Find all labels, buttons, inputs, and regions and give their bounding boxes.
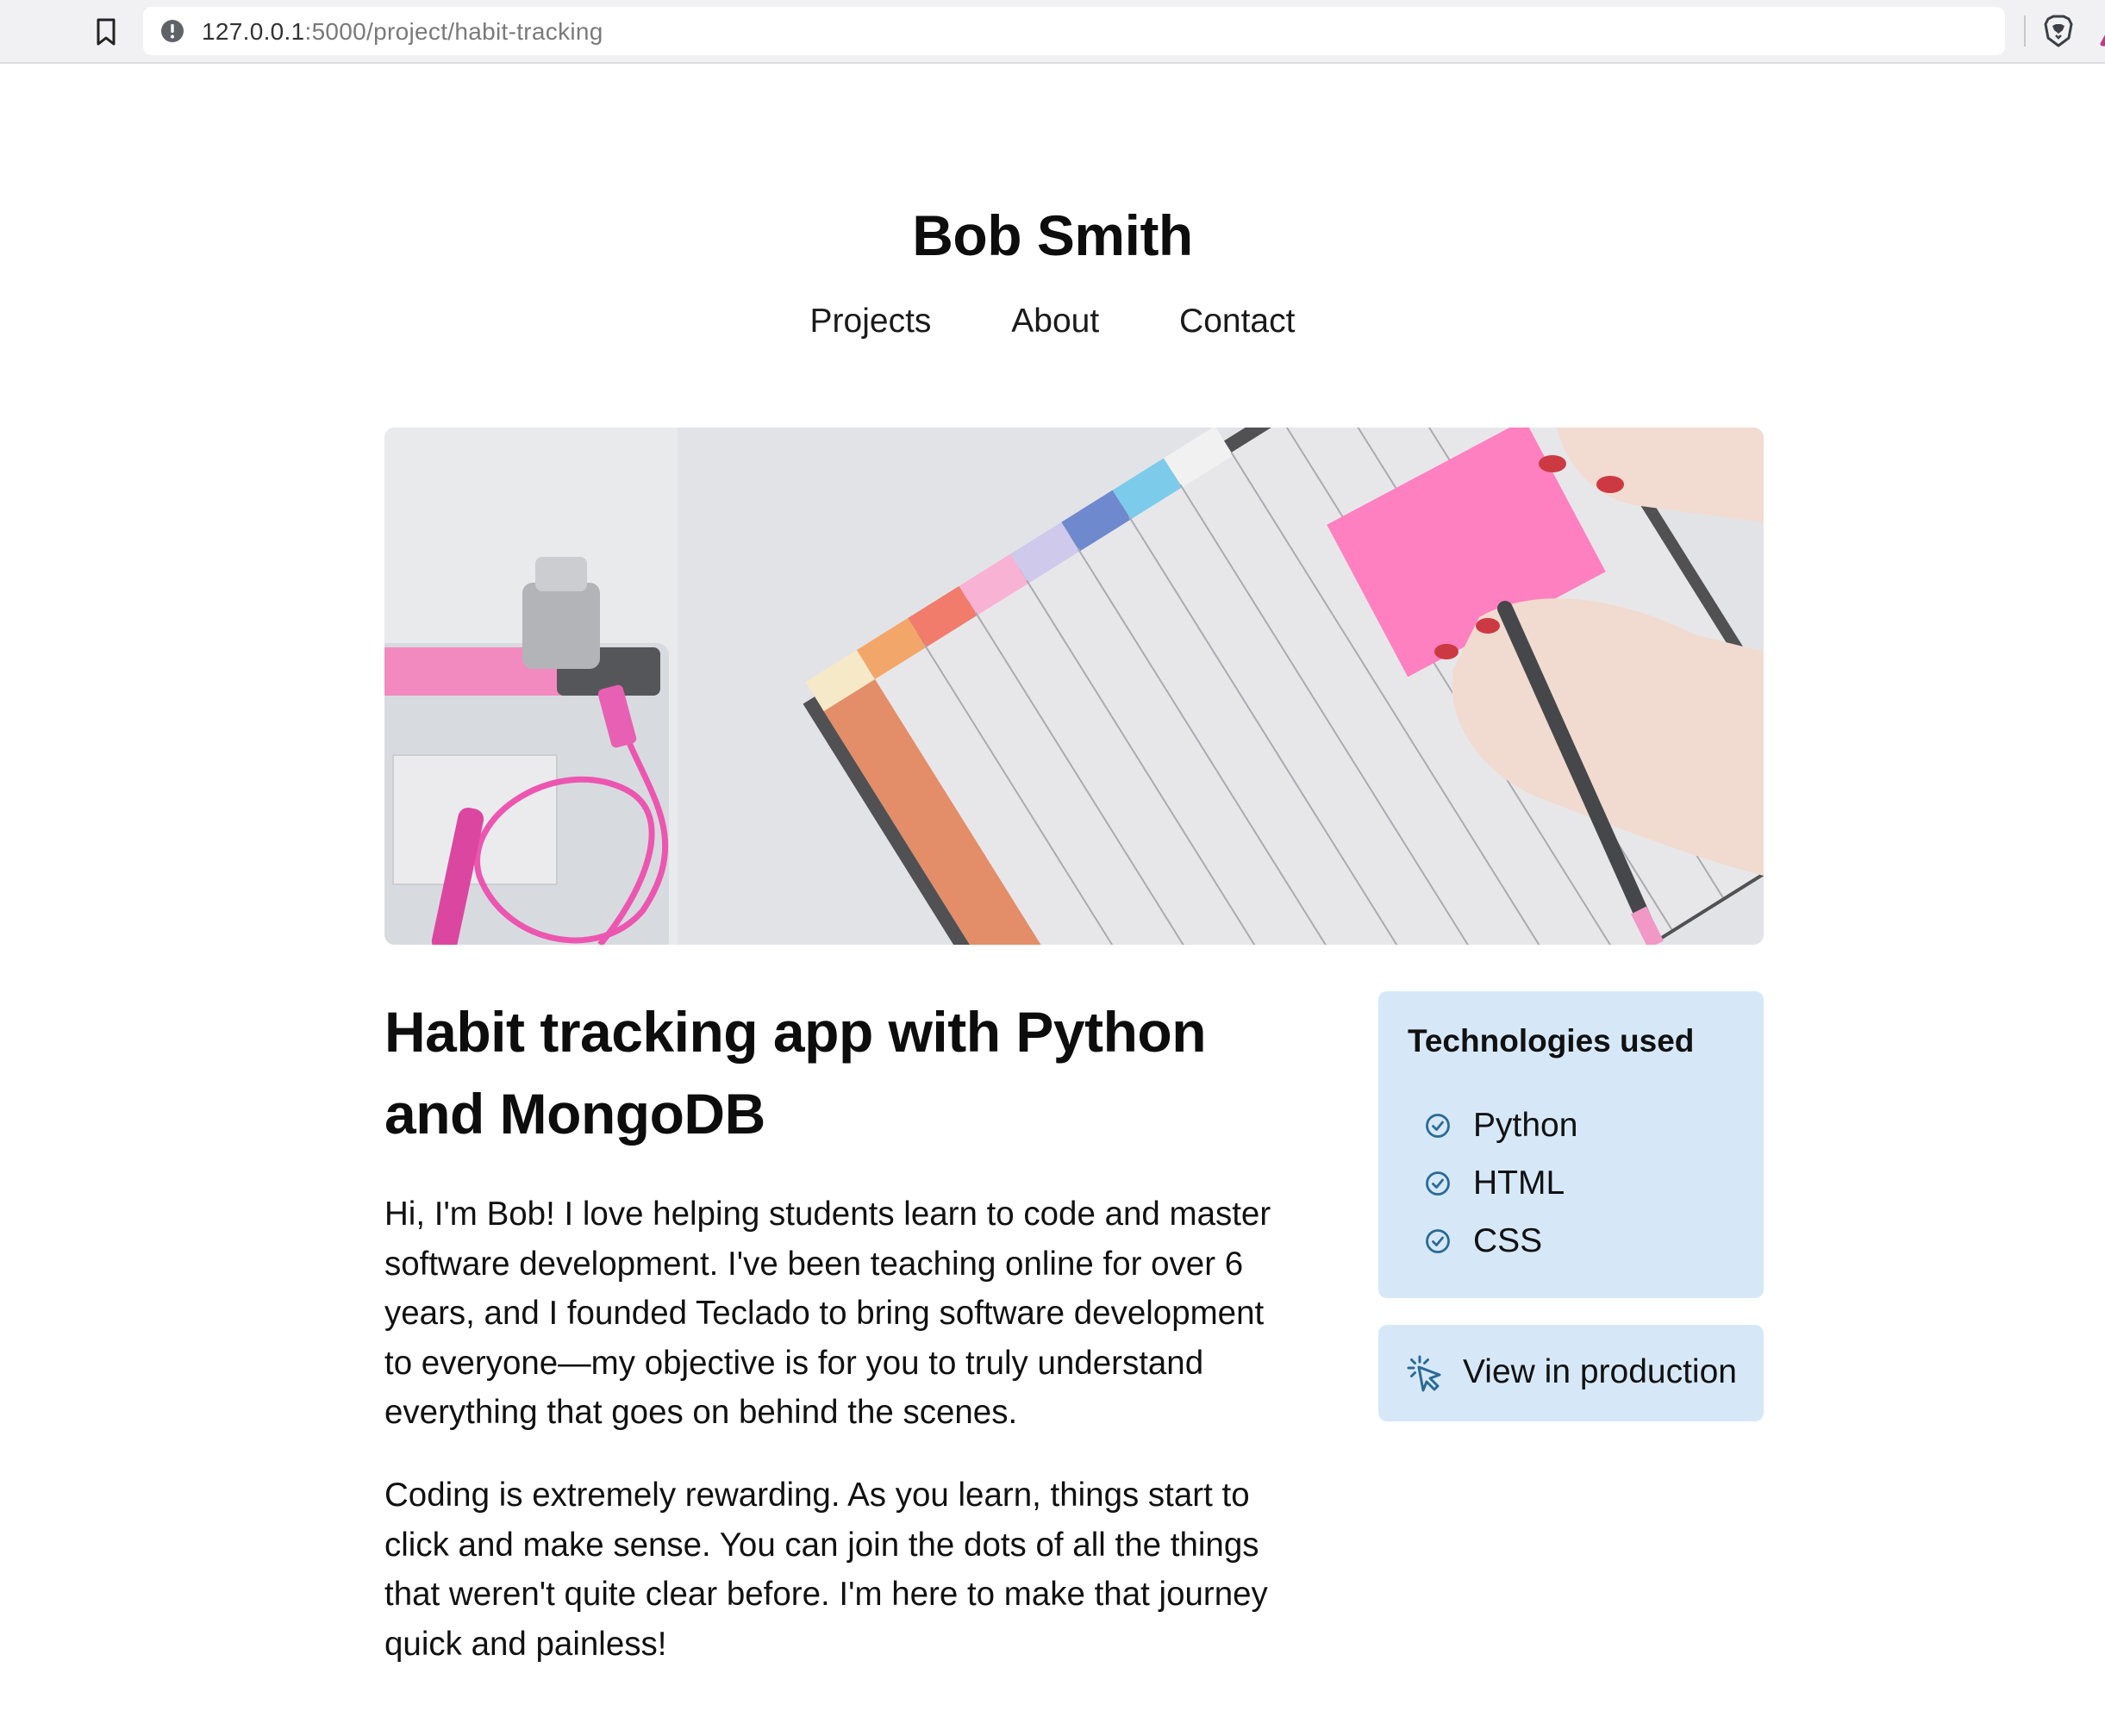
check-circle-icon [1426, 1228, 1450, 1253]
technologies-title: Technologies used [1408, 1023, 1695, 1058]
check-circle-icon [1426, 1171, 1450, 1196]
technology-label: CSS [1473, 1221, 1543, 1259]
bookmark-icon[interactable] [93, 17, 119, 47]
check-circle-icon [1426, 1113, 1450, 1138]
technologies-card: Technologies used Python HTML CSS [1378, 991, 1764, 1298]
technologies-list: Python HTML CSS [1425, 1096, 1577, 1270]
technology-label: Python [1473, 1106, 1578, 1144]
brave-shields-icon[interactable] [2043, 14, 2074, 48]
project-hero-image [384, 428, 1764, 945]
brave-rewards-icon[interactable] [2100, 14, 2105, 48]
url-text[interactable]: 127.0.0.1:5000/project/habit-tracking [202, 19, 603, 45]
main-nav: Projects About Contact [0, 300, 2105, 343]
url-divider [2024, 16, 2026, 47]
browser-toolbar: 127.0.0.1:5000/project/habit-tracking [0, 0, 2105, 64]
view-in-production-label: View in production [1463, 1353, 1737, 1390]
site-title[interactable]: Bob Smith [0, 197, 2105, 274]
url-host: 127.0.0.1 [202, 18, 305, 45]
url-path: :5000/project/habit-tracking [304, 18, 603, 45]
nav-link-projects[interactable]: Projects [810, 300, 932, 343]
article-title: Habit tracking app with Python and Mongo… [384, 1000, 1207, 1146]
cursor-click-icon [1407, 1355, 1441, 1392]
site-info-icon[interactable] [160, 19, 184, 43]
nav-link-contact[interactable]: Contact [1179, 300, 1295, 343]
article-paragraph: Coding is extremely rewarding. As you le… [384, 1477, 1268, 1663]
technology-item: CSS [1425, 1212, 1577, 1270]
view-in-production-button[interactable]: View in production [1378, 1325, 1764, 1421]
article-paragraph: Hi, I'm Bob! I love helping students lea… [384, 1196, 1271, 1431]
nav-link-about[interactable]: About [1011, 300, 1099, 343]
technology-item: HTML [1425, 1154, 1577, 1212]
hero-image-drawing [384, 428, 1764, 945]
technology-item: Python [1425, 1096, 1577, 1154]
technology-label: HTML [1473, 1164, 1565, 1202]
address-bar[interactable]: 127.0.0.1:5000/project/habit-tracking [143, 7, 2105, 55]
